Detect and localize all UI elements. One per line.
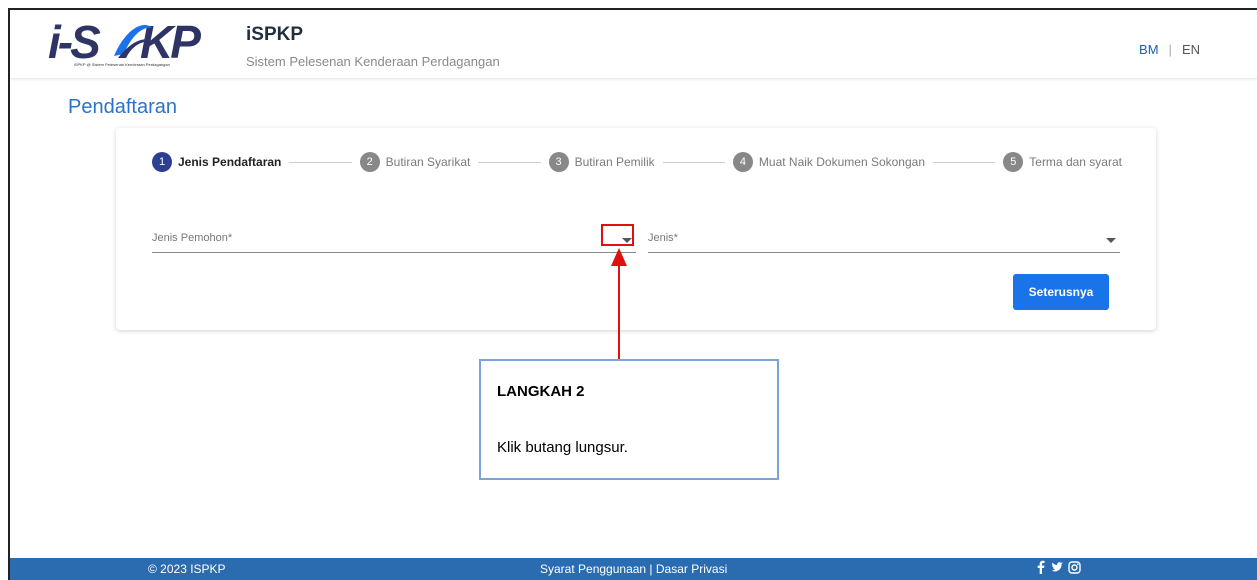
step-label: Butiran Syarikat bbox=[385, 155, 471, 169]
callout-text: Klik butang lungsur. bbox=[497, 439, 628, 456]
social-links bbox=[1036, 560, 1081, 574]
registration-card: 1 Jenis Pendaftaran 2 Butiran Syarikat 3… bbox=[116, 128, 1156, 330]
step-label: Butiran Pemilik bbox=[574, 155, 655, 169]
step-connector bbox=[933, 161, 996, 163]
step-number: 5 bbox=[1003, 152, 1024, 172]
footer-link-separator: | bbox=[646, 562, 656, 576]
step-number: 2 bbox=[359, 152, 380, 172]
jenis-placeholder: Jenis* bbox=[648, 232, 678, 244]
lang-en-link[interactable]: EN bbox=[1182, 42, 1200, 57]
step-1: 1 Jenis Pendaftaran bbox=[152, 152, 281, 172]
page-frame: i-S KP iSPKP @ Sistem Pelesenan Kenderaa… bbox=[8, 8, 1257, 580]
svg-text:i-S: i-S bbox=[48, 18, 101, 68]
step-label: Muat Naik Dokumen Sokongan bbox=[758, 155, 925, 169]
top-header: i-S KP iSPKP @ Sistem Pelesenan Kenderaa… bbox=[10, 10, 1257, 78]
lang-separator: | bbox=[1168, 42, 1172, 57]
step-number: 1 bbox=[152, 152, 172, 172]
step-connector bbox=[289, 161, 352, 163]
callout-heading: LANGKAH 2 bbox=[497, 383, 585, 400]
chevron-down-icon[interactable] bbox=[1106, 238, 1116, 243]
language-switcher: BM | EN bbox=[1139, 42, 1200, 57]
step-number: 3 bbox=[548, 152, 569, 172]
svg-text:KP: KP bbox=[140, 18, 201, 68]
stepper: 1 Jenis Pendaftaran 2 Butiran Syarikat 3… bbox=[152, 150, 1122, 174]
next-button[interactable]: Seterusnya bbox=[1013, 274, 1109, 310]
highlight-box bbox=[601, 224, 634, 246]
twitter-icon[interactable] bbox=[1050, 560, 1064, 574]
app-logo: i-S KP iSPKP @ Sistem Pelesenan Kenderaa… bbox=[10, 10, 240, 78]
privacy-link[interactable]: Dasar Privasi bbox=[656, 562, 727, 576]
step-3: 3 Butiran Pemilik bbox=[548, 152, 655, 172]
jenis-pemohon-placeholder: Jenis Pemohon* bbox=[152, 232, 233, 244]
app-subtitle: Sistem Pelesenan Kenderaan Perdagangan bbox=[246, 54, 500, 69]
jenis-pemohon-select[interactable]: Jenis Pemohon* bbox=[152, 228, 636, 253]
instagram-icon[interactable] bbox=[1068, 560, 1081, 574]
step-5: 5 Terma dan syarat bbox=[1003, 152, 1122, 172]
logo-graphic: i-S KP bbox=[48, 18, 204, 68]
page-title: Pendaftaran bbox=[68, 96, 177, 118]
step-2: 2 Butiran Syarikat bbox=[359, 152, 471, 172]
step-label: Terma dan syarat bbox=[1029, 155, 1122, 169]
footer-links: Syarat Penggunaan | Dasar Privasi bbox=[540, 562, 727, 576]
footer-copyright: © 2023 ISPKP bbox=[148, 562, 226, 576]
step-connector bbox=[662, 161, 725, 163]
footer: © 2023 ISPKP Syarat Penggunaan | Dasar P… bbox=[10, 558, 1257, 580]
jenis-select[interactable]: Jenis* bbox=[648, 228, 1120, 253]
step-4: 4 Muat Naik Dokumen Sokongan bbox=[732, 152, 925, 172]
lang-bm-link[interactable]: BM bbox=[1139, 42, 1159, 57]
step-label: Jenis Pendaftaran bbox=[178, 155, 282, 169]
step-connector bbox=[478, 161, 541, 163]
logo-caption: iSPKP @ Sistem Pelesenan Kenderaan Perda… bbox=[74, 62, 170, 67]
facebook-icon[interactable] bbox=[1036, 560, 1046, 574]
step-number: 4 bbox=[732, 152, 753, 172]
instruction-callout: LANGKAH 2 Klik butang lungsur. bbox=[479, 359, 779, 480]
app-title: iSPKP bbox=[246, 24, 304, 45]
terms-link[interactable]: Syarat Penggunaan bbox=[540, 562, 646, 576]
